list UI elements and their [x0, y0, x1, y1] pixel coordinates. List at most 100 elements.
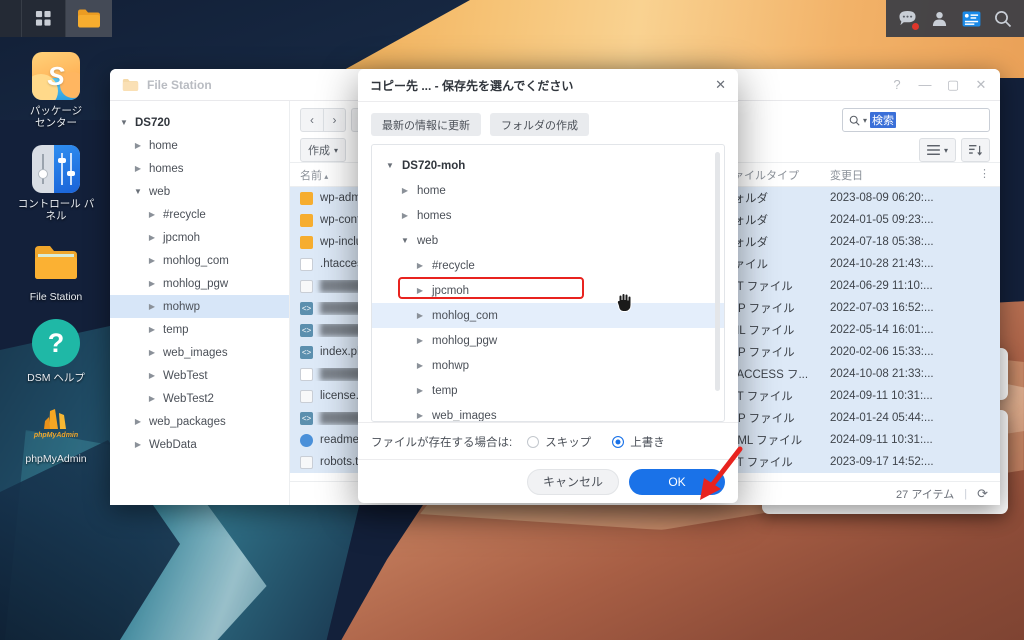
destination-tree-item[interactable]: ▶ home [372, 178, 724, 203]
chevron-right-icon[interactable]: ▶ [146, 302, 158, 311]
destination-tree-item[interactable]: ▼ web [372, 228, 724, 253]
refresh-icon[interactable]: ⟳ [977, 486, 988, 502]
tree-scrollbar[interactable] [715, 152, 720, 391]
radio-skip[interactable] [527, 436, 540, 448]
sidebar-tree-item-label: #recycle [163, 208, 206, 221]
sidebar-tree-item[interactable]: ▶ WebTest2 [110, 387, 289, 410]
create-folder-button[interactable]: フォルダの作成 [490, 113, 589, 136]
desktop-icon-phpmyadmin[interactable]: phpMyAdmin phpMyAdmin [14, 400, 98, 465]
navigation-buttons[interactable]: ‹ › [300, 108, 346, 132]
destination-tree-item[interactable]: ▶ web_images [372, 403, 724, 422]
taskbar-app-file-station[interactable] [66, 0, 112, 37]
copy-destination-dialog[interactable]: コピー先 ... - 保存先を選んでください ✕ 最新の情報に更新 フォルダの作… [358, 69, 738, 503]
desktop-icon-control-panel[interactable]: コントロール パネル [14, 145, 98, 222]
chevron-right-icon[interactable]: ▶ [414, 336, 426, 345]
user-account-icon[interactable] [924, 4, 954, 34]
cancel-button[interactable]: キャンセル [527, 468, 619, 495]
sidebar-tree-item[interactable]: ▶ mohlog_com [110, 249, 289, 272]
chevron-down-icon[interactable]: ▾ [863, 116, 867, 125]
chevron-right-icon[interactable]: › [323, 109, 345, 131]
main-menu-button[interactable] [22, 0, 66, 37]
maximize-button[interactable]: ▢ [946, 77, 960, 93]
view-mode-button[interactable]: ▾ [918, 138, 956, 162]
sidebar-tree-item[interactable]: ▼ web [110, 180, 289, 203]
ok-button[interactable]: OK [629, 468, 725, 495]
chevron-down-icon[interactable]: ▼ [132, 187, 144, 196]
sidebar-tree-item[interactable]: ▶ home [110, 134, 289, 157]
control-panel-icon [32, 145, 80, 193]
chevron-down-icon[interactable]: ▼ [118, 118, 130, 127]
sidebar-tree-item[interactable]: ▶ mohwp [110, 295, 289, 318]
option-overwrite[interactable]: 上書き [612, 434, 665, 450]
destination-tree-item[interactable]: ▶ #recycle [372, 253, 724, 278]
destination-tree-item[interactable]: ▼ DS720-moh [372, 153, 724, 178]
destination-tree-item[interactable]: ▶ jpcmoh [372, 278, 724, 303]
column-options-icon[interactable]: ⋮ [979, 167, 1000, 183]
destination-tree-item[interactable]: ▶ temp [372, 378, 724, 403]
chevron-right-icon[interactable]: ▶ [146, 371, 158, 380]
chevron-right-icon[interactable]: ▶ [414, 286, 426, 295]
sidebar-tree-item[interactable]: ▶ mohlog_pgw [110, 272, 289, 295]
chevron-right-icon[interactable]: ▶ [146, 210, 158, 219]
phpmyadmin-icon: phpMyAdmin [32, 400, 80, 448]
desktop-icon-file-station[interactable]: File Station [14, 238, 98, 303]
sidebar-tree-item[interactable]: ▶ WebData [110, 433, 289, 456]
chevron-right-icon[interactable]: ▶ [414, 411, 426, 420]
file-station-sidebar-tree[interactable]: ▼ DS720 ▶ home ▶ homes ▼ web ▶ #recycle ▶ jpcmoh ▶ mo… [110, 101, 290, 505]
sidebar-tree-item[interactable]: ▶ #recycle [110, 203, 289, 226]
column-header-date[interactable]: 変更日 ⋮ [830, 167, 1000, 183]
chevron-right-icon[interactable]: ▶ [414, 361, 426, 370]
desktop-icon-dsm-help[interactable]: ? DSM ヘルプ [14, 319, 98, 384]
chevron-right-icon[interactable]: ▶ [146, 394, 158, 403]
chevron-right-icon[interactable]: ▶ [146, 325, 158, 334]
chevron-right-icon[interactable]: ▶ [132, 141, 144, 150]
destination-tree-item[interactable]: ▶ homes [372, 203, 724, 228]
help-button[interactable]: ? [890, 77, 904, 92]
sidebar-tree-item[interactable]: ▶ temp [110, 318, 289, 341]
chevron-right-icon[interactable]: ▶ [132, 164, 144, 173]
search-icon[interactable] [988, 4, 1018, 34]
chevron-right-icon[interactable]: ▶ [132, 417, 144, 426]
chevron-right-icon[interactable]: ▶ [146, 279, 158, 288]
chevron-right-icon[interactable]: ▶ [399, 186, 411, 195]
close-icon[interactable]: ✕ [715, 77, 726, 93]
destination-tree-item[interactable]: ▶ mohwp [372, 353, 724, 378]
sidebar-tree-item[interactable]: ▶ web_images [110, 341, 289, 364]
chevron-right-icon[interactable]: ▶ [414, 261, 426, 270]
radio-overwrite[interactable] [612, 436, 625, 448]
minimize-button[interactable]: — [918, 77, 932, 92]
file-type: PHP ファイル [722, 303, 795, 315]
refresh-button[interactable]: 最新の情報に更新 [371, 113, 481, 136]
sidebar-tree-item[interactable]: ▶ web_packages [110, 410, 289, 433]
destination-tree[interactable]: ▼ DS720-moh ▶ home ▶ homes ▼ web ▶ #recycle ▶ jpcmo… [372, 145, 724, 422]
create-button[interactable]: 作成 ▾ [300, 138, 347, 162]
sidebar-tree-item[interactable]: ▼ DS720 [110, 111, 289, 134]
sort-button[interactable] [961, 138, 990, 162]
widgets-panel-icon[interactable] [956, 4, 986, 34]
search-input[interactable]: ▾ 検索 [842, 108, 990, 132]
chevron-right-icon[interactable]: ▶ [414, 386, 426, 395]
chevron-right-icon[interactable]: ▶ [146, 348, 158, 357]
sidebar-tree-item[interactable]: ▶ WebTest [110, 364, 289, 387]
desktop-icon-package-center[interactable]: S パッケージ センター [14, 52, 98, 129]
chevron-right-icon[interactable]: ▶ [414, 311, 426, 320]
sidebar-tree-item[interactable]: ▶ homes [110, 157, 289, 180]
chevron-down-icon[interactable]: ▼ [399, 236, 411, 245]
destination-tree-container[interactable]: ▼ DS720-moh ▶ home ▶ homes ▼ web ▶ #recycle ▶ jpcmo… [371, 144, 725, 422]
option-skip[interactable]: スキップ [527, 434, 591, 450]
chevron-right-icon[interactable]: ▶ [132, 440, 144, 449]
column-header-type[interactable]: ファイルタイプ [722, 167, 830, 183]
chevron-down-icon[interactable]: ▼ [384, 161, 396, 170]
chevron-right-icon[interactable]: ▶ [146, 233, 158, 242]
chevron-left-icon[interactable]: ‹ [301, 109, 323, 131]
folder-file-icon [300, 191, 313, 205]
chevron-right-icon[interactable]: ▶ [399, 211, 411, 220]
notifications-icon[interactable] [892, 4, 922, 34]
sidebar-tree-item[interactable]: ▶ jpcmoh [110, 226, 289, 249]
chevron-right-icon[interactable]: ▶ [146, 256, 158, 265]
destination-tree-item-label: web [417, 234, 439, 247]
destination-tree-item[interactable]: ▶ mohlog_com [372, 303, 724, 328]
destination-tree-item[interactable]: ▶ mohlog_pgw [372, 328, 724, 353]
close-button[interactable]: ✕ [974, 77, 988, 93]
text-file-icon [300, 389, 313, 403]
